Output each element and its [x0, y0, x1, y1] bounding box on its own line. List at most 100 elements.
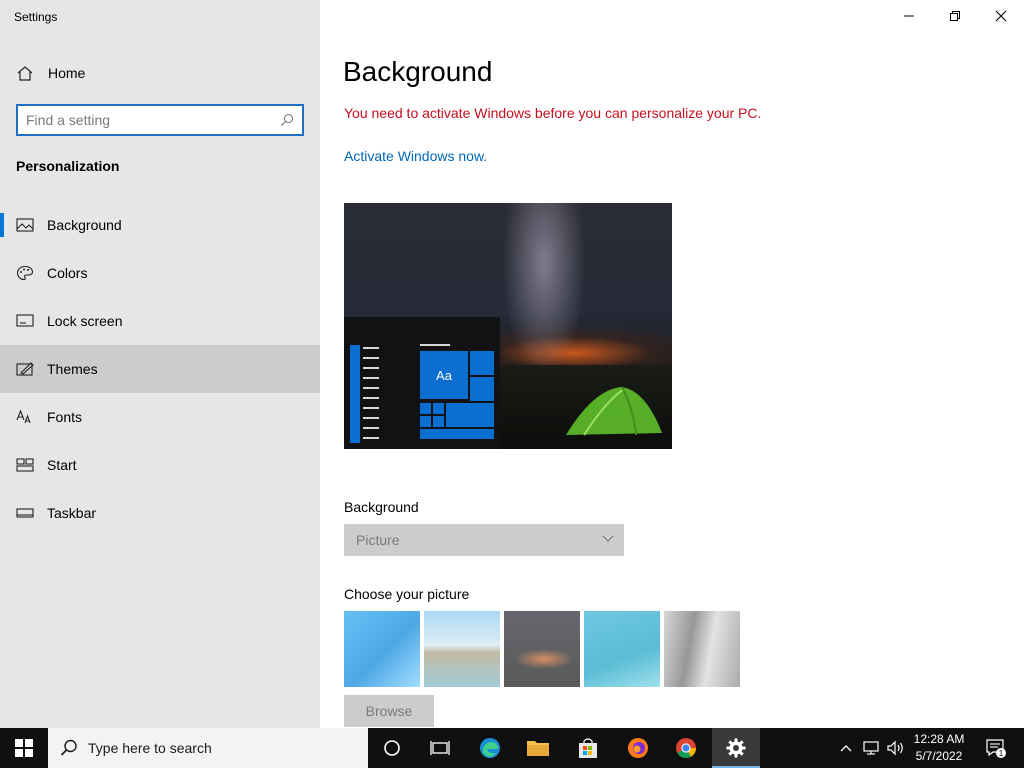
- find-setting-input[interactable]: [26, 111, 276, 129]
- preview-line: [363, 397, 379, 399]
- preview-tile: [420, 416, 431, 427]
- preview-start-menu: Aa: [344, 317, 500, 449]
- taskbar-icon: [16, 508, 34, 518]
- preview-tile: [470, 351, 494, 375]
- background-type-dropdown[interactable]: Picture: [344, 524, 624, 556]
- network-button[interactable]: [860, 728, 884, 768]
- cortana-icon: [384, 740, 400, 756]
- sidebar-item-home[interactable]: Home: [0, 56, 320, 90]
- notification-count: 1: [999, 749, 1004, 758]
- sidebar-item-taskbar[interactable]: Taskbar: [0, 489, 320, 537]
- folder-icon: [527, 741, 549, 756]
- find-setting-box[interactable]: [16, 104, 304, 136]
- browse-button[interactable]: Browse: [344, 695, 434, 727]
- task-view-button[interactable]: [416, 728, 464, 768]
- chrome-icon: [676, 738, 697, 759]
- preview-line: [363, 357, 379, 359]
- preview-line: [363, 367, 379, 369]
- page-title: Background: [343, 56, 493, 87]
- palette-icon: [16, 265, 34, 281]
- lock-screen-icon: [16, 314, 34, 327]
- cortana-button[interactable]: [368, 728, 416, 768]
- sidebar-item-themes[interactable]: Themes: [0, 345, 320, 393]
- preview-tile-aa: Aa: [420, 351, 468, 399]
- picture-thumbnail-underwater[interactable]: [584, 611, 660, 687]
- sidebar-item-background[interactable]: Background: [0, 201, 320, 249]
- store-icon: [579, 738, 597, 758]
- restore-icon: [950, 11, 960, 21]
- preview-app-strip: [350, 345, 360, 443]
- edge-icon: [480, 738, 500, 758]
- sidebar-item-label: Taskbar: [47, 505, 97, 521]
- gear-icon: [726, 738, 746, 758]
- preview-tile: [470, 377, 494, 401]
- file-explorer-button[interactable]: [514, 728, 562, 768]
- picture-thumbnail-windows[interactable]: [344, 611, 420, 687]
- preview-tile: [420, 403, 431, 414]
- picture-thumbnail-night-sky[interactable]: [504, 611, 580, 687]
- themes-icon: [16, 362, 34, 376]
- home-icon: [17, 66, 33, 81]
- restore-button[interactable]: [932, 0, 978, 32]
- sidebar-item-label: Fonts: [47, 409, 83, 425]
- choose-picture-label: Choose your picture: [344, 586, 470, 602]
- search-icon: [60, 739, 77, 756]
- chevron-down-icon: [602, 535, 614, 542]
- taskbar-search-box[interactable]: Type here to search: [48, 728, 368, 768]
- settings-app-button[interactable]: [712, 728, 760, 768]
- preview-tile: [446, 403, 494, 427]
- preview-tile: [420, 429, 494, 439]
- picture-thumbnail-beach[interactable]: [424, 611, 500, 687]
- preview-line: [363, 417, 379, 419]
- preview-line: [363, 387, 379, 389]
- minimize-icon: [904, 15, 914, 17]
- sidebar-item-label: Themes: [47, 361, 98, 377]
- firefox-app-button[interactable]: [614, 728, 662, 768]
- taskbar: Type here to search 12:28 AM 5/7/2022 1: [0, 728, 1024, 768]
- sidebar-item-start[interactable]: Start: [0, 441, 320, 489]
- network-icon: [863, 741, 879, 755]
- windows-logo-icon: [15, 739, 33, 757]
- close-icon: [995, 10, 1007, 22]
- chrome-app-button[interactable]: [662, 728, 710, 768]
- chevron-up-icon: [840, 745, 852, 752]
- action-center-button[interactable]: 1: [976, 728, 1016, 768]
- start-button[interactable]: [0, 728, 48, 768]
- preview-tile: [433, 416, 444, 427]
- clock-date: 5/7/2022: [915, 749, 963, 763]
- firefox-icon: [628, 738, 648, 758]
- fonts-icon: [16, 409, 31, 424]
- notification-icon: 1: [986, 739, 1006, 758]
- preview-line: [363, 427, 379, 429]
- taskbar-clock[interactable]: 12:28 AM 5/7/2022: [912, 731, 966, 765]
- start-icon: [16, 458, 34, 472]
- preview-line: [420, 344, 450, 346]
- show-hidden-icons-button[interactable]: [836, 728, 856, 768]
- sidebar: Settings Home Personalization Background…: [0, 0, 320, 728]
- edge-app-button[interactable]: [466, 728, 514, 768]
- tent-image: [566, 386, 662, 436]
- preview-line: [363, 407, 379, 409]
- picture-icon: [16, 218, 34, 232]
- taskbar-search-placeholder: Type here to search: [88, 740, 212, 756]
- preview-line: [363, 437, 379, 439]
- dropdown-value: Picture: [356, 532, 400, 548]
- close-button[interactable]: [978, 0, 1024, 32]
- search-icon[interactable]: [280, 113, 294, 127]
- app-title: Settings: [14, 10, 58, 24]
- volume-button[interactable]: [884, 728, 908, 768]
- preview-line: [363, 347, 379, 349]
- sidebar-item-colors[interactable]: Colors: [0, 249, 320, 297]
- picture-thumbnail-rock[interactable]: [664, 611, 740, 687]
- background-type-label: Background: [344, 499, 419, 515]
- minimize-button[interactable]: [886, 0, 932, 32]
- sidebar-item-fonts[interactable]: Fonts: [0, 393, 320, 441]
- activate-windows-link[interactable]: Activate Windows now.: [344, 148, 487, 164]
- store-app-button[interactable]: [564, 728, 612, 768]
- sidebar-item-lock-screen[interactable]: Lock screen: [0, 297, 320, 345]
- preview-line: [363, 377, 379, 379]
- background-preview: Aa: [344, 203, 672, 449]
- home-label: Home: [48, 65, 86, 81]
- preview-tile: [433, 403, 444, 414]
- section-title: Personalization: [16, 158, 120, 174]
